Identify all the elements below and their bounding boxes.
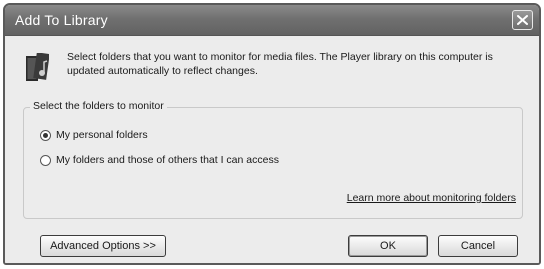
cancel-button[interactable]: Cancel (438, 235, 518, 257)
radio-label[interactable]: My personal folders (56, 129, 148, 141)
learn-more-link[interactable]: Learn more about monitoring folders (347, 192, 516, 204)
media-library-icon (26, 53, 49, 81)
radio-my-personal-folders[interactable]: My personal folders (40, 127, 148, 143)
description-text: Select folders that you want to monitor … (67, 51, 493, 77)
add-to-library-dialog: Add To Library Select folders that you w… (3, 3, 541, 265)
radio-label[interactable]: My folders and those of others that I ca… (56, 154, 279, 166)
radio-my-and-others-folders[interactable]: My folders and those of others that I ca… (40, 152, 279, 168)
ok-button[interactable]: OK (348, 235, 428, 257)
radio-button-selected[interactable] (40, 129, 51, 141)
groupbox-label: Select the folders to monitor (30, 100, 167, 112)
dialog-body: Select folders that you want to monitor … (5, 36, 539, 263)
advanced-options-button[interactable]: Advanced Options >> (40, 235, 166, 257)
title-bar[interactable]: Add To Library (5, 5, 539, 36)
close-x-icon (517, 15, 528, 25)
window-title: Add To Library (15, 12, 108, 28)
radio-button-unselected[interactable] (40, 154, 51, 166)
close-button[interactable] (512, 10, 533, 30)
folders-groupbox: Select the folders to monitor My persona… (23, 100, 523, 219)
